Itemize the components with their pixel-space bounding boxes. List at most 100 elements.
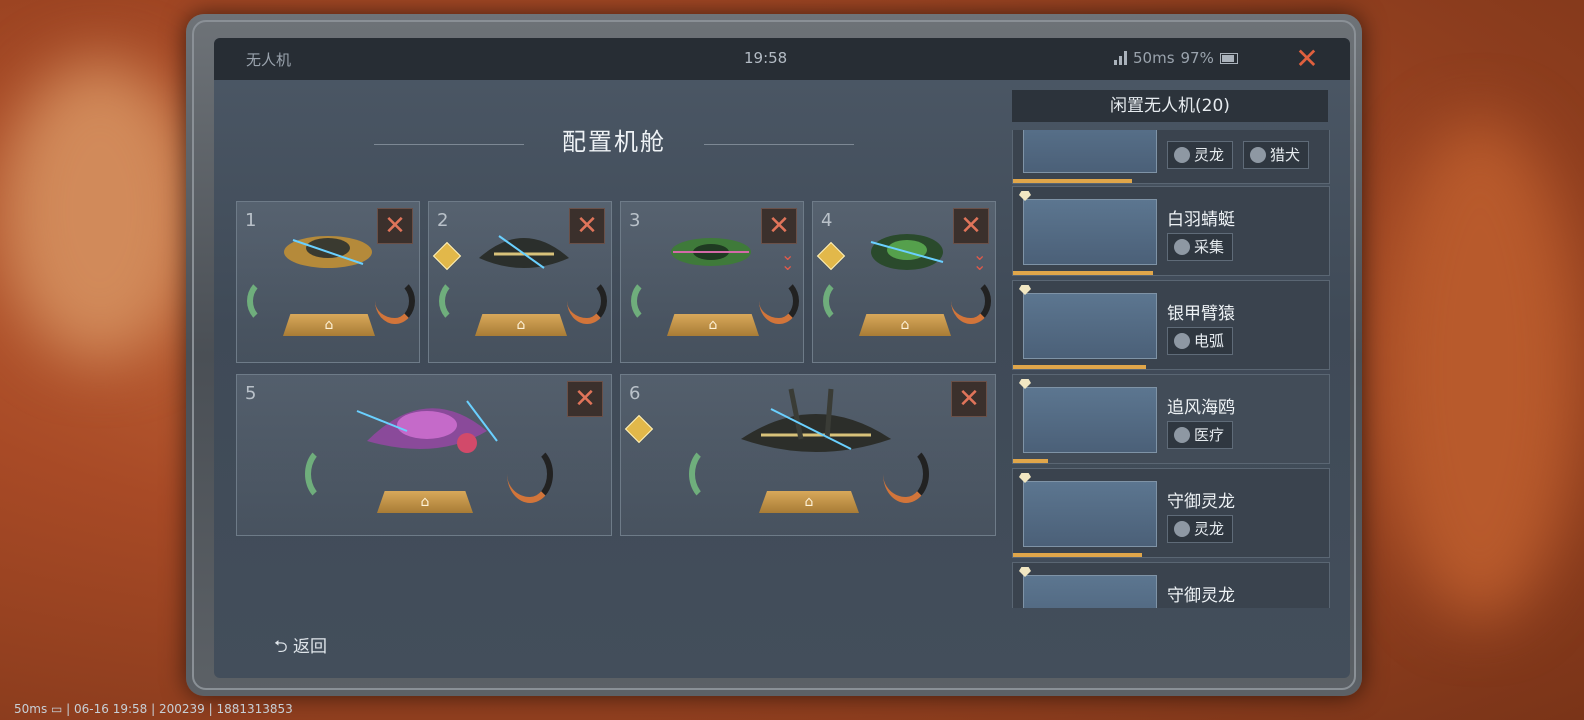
battery-icon: [1219, 52, 1238, 64]
drone-icon: [870, 234, 944, 270]
energy-arc-right: [507, 445, 553, 503]
rank-badge-icon: [816, 241, 846, 271]
drone-level-bar: [1013, 365, 1146, 369]
pad-icon: ⌂: [804, 494, 814, 510]
battery-text: 97%: [1180, 49, 1214, 67]
drone-thumbnail: [1023, 199, 1157, 265]
dragon-icon: [1174, 147, 1190, 163]
dragon-icon: [1174, 521, 1190, 537]
drone-pad: ⌂: [475, 314, 567, 336]
rank-badge-icon: [432, 241, 462, 271]
drone-card[interactable]: 守御灵龙 灵龙: [1012, 468, 1330, 558]
slot-number: 2: [437, 210, 449, 231]
signal-icon: [1114, 51, 1127, 65]
energy-arc-left: [439, 278, 479, 324]
drone-level-bar: [1013, 271, 1153, 275]
drone-pad: ⌂: [283, 314, 375, 336]
status-area: 50ms 97%: [1114, 49, 1238, 67]
remove-button[interactable]: ✕: [567, 381, 603, 417]
energy-arc-left: [631, 278, 671, 324]
gather-icon: [1174, 239, 1190, 255]
bay-slot-2[interactable]: 2 ✕ ⌂: [428, 201, 612, 363]
trait-tag: 灵龙: [1167, 141, 1234, 169]
bay-slot-1[interactable]: 1 ✕ ⌂: [236, 201, 420, 363]
energy-arc-right: [951, 278, 991, 324]
energy-arc-right: [567, 278, 607, 324]
back-button[interactable]: ⮌ 返回: [274, 632, 327, 663]
slot-number: 6: [629, 383, 641, 404]
drone-name: 守御灵龙: [1167, 492, 1235, 512]
energy-arc-left: [305, 445, 351, 503]
close-button[interactable]: ✕: [1292, 44, 1322, 74]
drone-pad: ⌂: [377, 491, 473, 513]
remove-button[interactable]: ✕: [761, 208, 797, 244]
trait-tag: 采集: [1167, 233, 1234, 261]
energy-arc-left: [689, 445, 735, 503]
idle-drone-list[interactable]: 灵龙 猎犬 白羽蜻蜓 采集 银甲臂猿 电弧 追风海鸥 医疗 守御灵龙 灵龙 守御…: [1012, 130, 1330, 608]
ping-text: 50ms: [1133, 49, 1175, 67]
energy-arc-right: [883, 445, 929, 503]
drone-card[interactable]: 银甲臂猿 电弧: [1012, 280, 1330, 370]
drone-level-bar: [1013, 553, 1142, 557]
pad-icon: ⌂: [516, 317, 526, 333]
downgrade-chevron-icon: ⌄ ⌄: [781, 245, 795, 274]
drone-name: 守御灵龙: [1167, 586, 1235, 606]
pad-icon: ⌂: [324, 317, 334, 333]
drone-card[interactable]: 白羽蜻蜓 采集: [1012, 186, 1330, 276]
slot-number: 3: [629, 210, 641, 231]
drone-pad: ⌂: [859, 314, 951, 336]
trait-tag: 灵龙: [1167, 515, 1234, 543]
drone-pad: ⌂: [667, 314, 759, 336]
slot-number: 1: [245, 210, 257, 231]
energy-arc-right: [759, 278, 799, 324]
top-bar: 无人机 19:58 50ms 97% ✕: [214, 38, 1350, 80]
debug-status-bar: 50ms ▭ | 06-16 19:58 | 200239 | 18813138…: [14, 702, 293, 716]
drone-thumbnail: [1023, 130, 1157, 173]
drone-icon: [741, 388, 891, 452]
downgrade-chevron-icon: ⌄ ⌄: [973, 245, 987, 274]
drone-config-screen: 无人机 19:58 50ms 97% ✕ 配置机舱 1 ✕ ⌂ 2 ✕ ⌂ 3: [214, 38, 1350, 678]
clock: 19:58: [744, 49, 788, 67]
drone-thumbnail: [1023, 481, 1157, 547]
arc-icon: [1174, 333, 1190, 349]
drone-card[interactable]: 灵龙 猎犬: [1012, 130, 1330, 184]
energy-arc-left: [823, 278, 863, 324]
bay-slot-4[interactable]: 4 ✕ ⌄ ⌄ ⌂: [812, 201, 996, 363]
drone-level-bar: [1013, 179, 1132, 183]
pad-icon: ⌂: [420, 494, 430, 510]
drone-thumbnail: [1023, 575, 1157, 608]
bay-slot-6[interactable]: 6 ✕ ⌂: [620, 374, 996, 536]
drone-card[interactable]: 守御灵龙: [1012, 562, 1330, 608]
trait-tag: 电弧: [1167, 327, 1234, 355]
drone-icon: [356, 400, 498, 453]
page-title: 配置机舱: [562, 128, 666, 156]
remove-button[interactable]: ✕: [951, 381, 987, 417]
screen-title: 无人机: [246, 51, 292, 69]
trait-tag: 猎犬: [1243, 141, 1310, 169]
drone-name: 白羽蜻蜓: [1167, 210, 1235, 230]
drone-level-bar: [1013, 459, 1048, 463]
remove-button[interactable]: ✕: [953, 208, 989, 244]
pad-icon: ⌂: [708, 317, 718, 333]
drone-card[interactable]: 追风海鸥 医疗: [1012, 374, 1330, 464]
energy-arc-left: [247, 278, 287, 324]
slot-number: 4: [821, 210, 833, 231]
energy-arc-right: [375, 278, 415, 324]
bay-slot-5[interactable]: 5 ✕ ⌂: [236, 374, 612, 536]
idle-drones-header: 闲置无人机(20): [1012, 90, 1328, 122]
drone-icon: [671, 238, 751, 266]
drone-icon: [284, 236, 372, 268]
drone-name: 追风海鸥: [1167, 398, 1235, 418]
pad-icon: ⌂: [900, 317, 910, 333]
drone-icon: [479, 235, 569, 269]
medical-icon: [1174, 427, 1190, 443]
drone-thumbnail: [1023, 293, 1157, 359]
hound-icon: [1250, 147, 1266, 163]
drone-name: 银甲臂猿: [1167, 304, 1235, 324]
drone-pad: ⌂: [759, 491, 859, 513]
trait-tag: 医疗: [1167, 421, 1234, 449]
rank-badge-icon: [624, 414, 654, 444]
slot-number: 5: [245, 383, 257, 404]
heading-row: 配置机舱: [364, 118, 864, 158]
bay-slot-3[interactable]: 3 ✕ ⌄ ⌄ ⌂: [620, 201, 804, 363]
